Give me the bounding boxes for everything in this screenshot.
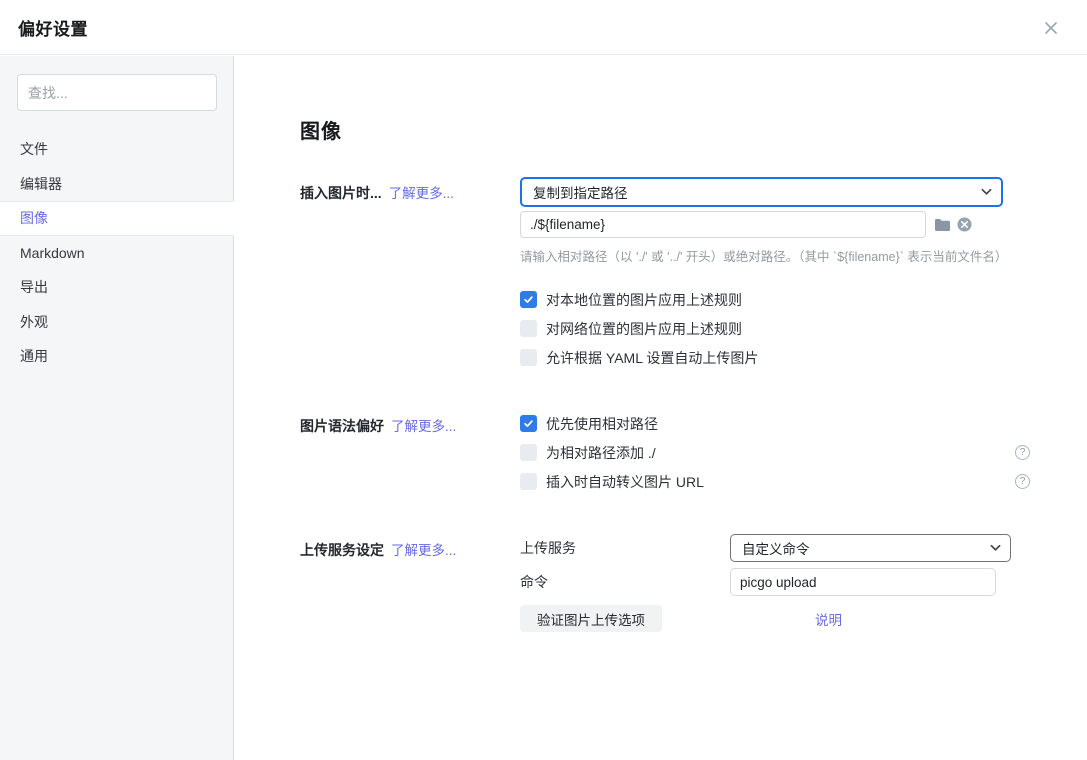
checkbox-row-escape-url: 插入时自动转义图片 URL ? <box>520 473 1030 490</box>
settings-content: 图像 插入图片时... 了解更多... 复制到指定路径 请输入相对路径（以 './… <box>235 56 1087 760</box>
clear-input-icon[interactable] <box>957 217 972 232</box>
checkbox-label: 优先使用相对路径 <box>546 414 658 434</box>
sidebar-item-export[interactable]: 导出 <box>0 270 233 305</box>
upload-service-row: 上传服务 自定义命令 <box>520 534 1030 562</box>
checkbox-network-rule[interactable] <box>520 320 537 337</box>
insert-image-section: 插入图片时... 了解更多... 复制到指定路径 请输入相对路径（以 './' 或… <box>300 177 1087 366</box>
dialog-title: 偏好设置 <box>18 15 88 40</box>
checkbox-row-yaml-upload: 允许根据 YAML 设置自动上传图片 <box>520 349 1030 366</box>
help-icon[interactable]: ? <box>1015 474 1030 489</box>
image-syntax-section: 图片语法偏好了解更多... 优先使用相对路径 为相对路径添加 ./ ? <box>300 410 1087 490</box>
insert-action-select[interactable]: 复制到指定路径 <box>520 177 1003 207</box>
syntax-learn-more-link[interactable]: 了解更多... <box>391 419 456 434</box>
checkbox-label: 插入时自动转义图片 URL <box>546 472 704 492</box>
checkbox-label: 为相对路径添加 ./ <box>546 443 656 463</box>
upload-service-section: 上传服务设定了解更多... 上传服务 自定义命令 命令 验证图片上传选项 说明 <box>300 534 1087 632</box>
chevron-down-icon <box>990 544 1001 552</box>
upload-service-section-label: 上传服务设定 <box>300 542 384 558</box>
insert-image-label-col: 插入图片时... 了解更多... <box>300 177 520 366</box>
search-input[interactable] <box>17 74 217 111</box>
sidebar-item-image[interactable]: 图像 <box>0 201 234 236</box>
path-row <box>520 211 1030 238</box>
sidebar-item-general[interactable]: 通用 <box>0 339 233 374</box>
image-syntax-controls: 优先使用相对路径 为相对路径添加 ./ ? 插入时自动转义图片 URL ? <box>520 410 1030 490</box>
path-hint-text: 请输入相对路径（以 './' 或 '../' 开头）或绝对路径。（其中 `${f… <box>520 246 1030 265</box>
chevron-down-icon <box>981 188 992 196</box>
checkbox-add-dot-slash[interactable] <box>520 444 537 461</box>
sidebar-item-markdown[interactable]: Markdown <box>0 236 233 271</box>
upload-service-select[interactable]: 自定义命令 <box>730 534 1011 562</box>
image-syntax-section-label: 图片语法偏好 <box>300 418 384 434</box>
help-icon[interactable]: ? <box>1015 445 1030 460</box>
check-icon <box>523 418 534 429</box>
settings-sidebar: 文件 编辑器 图像 Markdown 导出 外观 通用 <box>0 56 234 760</box>
command-field-label: 命令 <box>520 572 730 592</box>
checkbox-label: 允许根据 YAML 设置自动上传图片 <box>546 348 758 368</box>
checkbox-row-add-dot-slash: 为相对路径添加 ./ ? <box>520 444 1030 461</box>
checkbox-row-network-rule: 对网络位置的图片应用上述规则 <box>520 320 1030 337</box>
checkbox-yaml-upload[interactable] <box>520 349 537 366</box>
close-icon[interactable] <box>1041 18 1061 38</box>
checkbox-relative-path[interactable] <box>520 415 537 432</box>
image-syntax-label-col: 图片语法偏好了解更多... <box>300 410 520 490</box>
folder-icon[interactable] <box>934 218 951 232</box>
insert-image-controls: 复制到指定路径 请输入相对路径（以 './' 或 '../' 开头）或绝对路径。… <box>520 177 1030 366</box>
validate-row: 验证图片上传选项 说明 <box>520 605 1030 632</box>
checkbox-row-local-rule: 对本地位置的图片应用上述规则 <box>520 291 1030 308</box>
insert-action-select-value: 复制到指定路径 <box>533 182 628 202</box>
checkbox-escape-url[interactable] <box>520 473 537 490</box>
upload-learn-more-link[interactable]: 了解更多... <box>391 543 456 558</box>
checkbox-local-rule[interactable] <box>520 291 537 308</box>
checkbox-label: 对本地位置的图片应用上述规则 <box>546 290 742 310</box>
syntax-checkbox-group: 优先使用相对路径 为相对路径添加 ./ ? 插入时自动转义图片 URL ? <box>520 415 1030 490</box>
checkbox-label: 对网络位置的图片应用上述规则 <box>546 319 742 339</box>
command-input[interactable] <box>730 568 996 596</box>
upload-service-select-value: 自定义命令 <box>742 538 810 558</box>
sidebar-item-editor[interactable]: 编辑器 <box>0 167 233 202</box>
page-title: 图像 <box>300 115 1087 144</box>
dialog-header: 偏好设置 <box>0 0 1087 55</box>
command-row: 命令 <box>520 568 1030 596</box>
check-icon <box>523 294 534 305</box>
sidebar-item-appearance[interactable]: 外观 <box>0 305 233 340</box>
sidebar-item-files[interactable]: 文件 <box>0 132 233 167</box>
copy-path-input[interactable] <box>520 211 926 238</box>
insert-image-section-label: 插入图片时... <box>300 185 382 201</box>
insert-checkbox-group: 对本地位置的图片应用上述规则 对网络位置的图片应用上述规则 允许根据 YAML … <box>520 291 1030 366</box>
upload-service-controls: 上传服务 自定义命令 命令 验证图片上传选项 说明 <box>520 534 1030 632</box>
insert-learn-more-link[interactable]: 了解更多... <box>389 186 454 201</box>
doc-link[interactable]: 说明 <box>815 609 842 629</box>
checkbox-row-relative-path: 优先使用相对路径 <box>520 415 1030 432</box>
sidebar-nav: 文件 编辑器 图像 Markdown 导出 外观 通用 <box>0 132 233 374</box>
upload-service-label-col: 上传服务设定了解更多... <box>300 534 520 632</box>
validate-upload-button[interactable]: 验证图片上传选项 <box>520 605 662 632</box>
upload-service-field-label: 上传服务 <box>520 538 730 558</box>
